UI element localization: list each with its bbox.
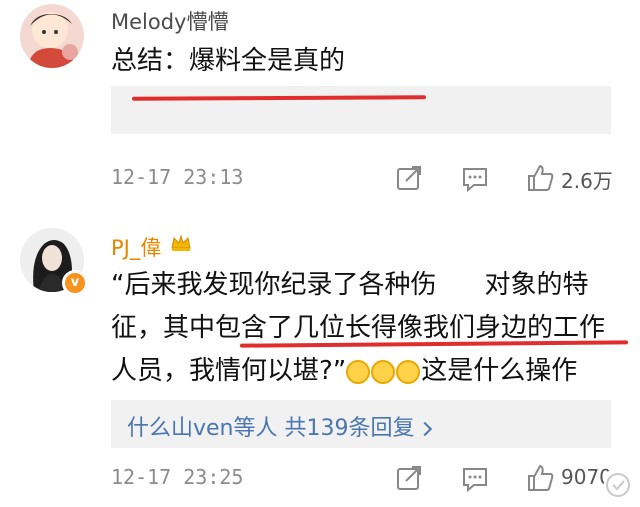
replies-link[interactable]: 什么山ven等人 共139条回复 [127, 410, 433, 442]
username[interactable]: PJ_偉 [111, 232, 161, 262]
blurred-area [111, 86, 611, 134]
verified-badge-icon: v [62, 270, 88, 296]
comment-line: “后来我发现你纪录了各种伤 [111, 270, 437, 300]
comment-text: “后来我发现你纪录了各种伤 对象的特 征，其中包含了几位长得像我们身边的工作 人员… [111, 264, 621, 393]
username[interactable]: Melody懵懵 [111, 6, 228, 36]
comment-icon[interactable] [460, 463, 490, 493]
chevron-right-icon [418, 421, 433, 437]
replies-label: 什么山ven等人 共139条回复 [127, 416, 415, 441]
timestamp: 12-17 23:13 [111, 165, 244, 189]
share-icon[interactable] [394, 163, 424, 193]
comment-line: 人员，我情何以堪?” [111, 356, 347, 386]
comment-meta: 12-17 23:13 2.6万 [111, 163, 621, 193]
crown-icon [171, 234, 191, 251]
comment-icon[interactable] [460, 163, 490, 193]
avatar[interactable] [20, 4, 84, 68]
like-count: 2.6万 [561, 169, 613, 193]
comment-text: 总结：爆料全是真的 [111, 46, 346, 76]
share-icon[interactable] [394, 463, 424, 493]
comment-line: 这是什么操作 [421, 356, 578, 386]
like-icon[interactable] [525, 463, 555, 493]
emoji-group [346, 350, 421, 393]
comment-meta: 12-17 23:25 9070 [111, 463, 621, 493]
like-icon[interactable] [525, 163, 555, 193]
replies-box[interactable]: 什么山ven等人 共139条回复 [111, 400, 611, 448]
grin-emoji-icon [371, 359, 396, 384]
watermark-icon [604, 471, 632, 499]
comment-line: 对象的特 [484, 270, 589, 300]
grin-emoji-icon [346, 359, 371, 384]
comment-item: v PJ_偉 “后来我发现你纪录了各种伤 对象的特 征，其中包含了几位长得像我们身… [0, 218, 640, 507]
grin-emoji-icon [396, 359, 421, 384]
comment-item: Melody懵懵 总结：爆料全是真的 12-17 23:13 2.6万 [0, 0, 640, 200]
timestamp: 12-17 23:25 [111, 465, 244, 489]
